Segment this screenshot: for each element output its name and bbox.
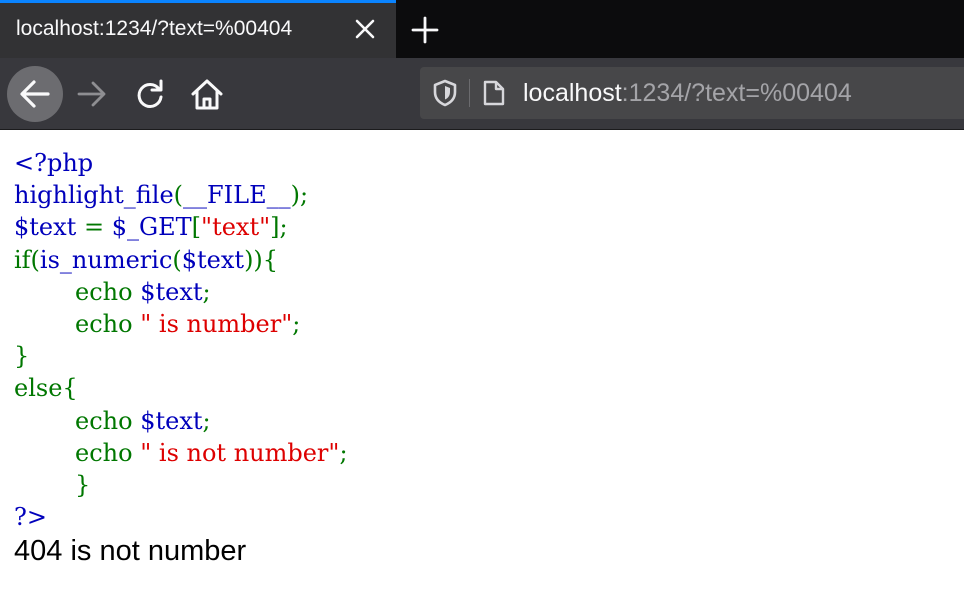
code-token: }	[14, 471, 91, 500]
code-token: __FILE__	[183, 181, 291, 210]
code-token: $text	[14, 213, 84, 242]
url-text: localhost:1234/?text=%00404	[523, 79, 852, 108]
back-button[interactable]	[7, 66, 63, 122]
code-token: echo	[14, 277, 141, 306]
tracking-protection-shield-icon[interactable]	[432, 79, 458, 107]
home-button[interactable]	[190, 77, 224, 111]
code-token: echo	[14, 406, 141, 435]
page-icon[interactable]	[482, 79, 506, 107]
code-token: is_numeric	[39, 245, 173, 274]
address-bar[interactable]: localhost:1234/?text=%00404	[420, 67, 964, 119]
tab-strip: localhost:1234/?text=%00404	[0, 0, 964, 58]
code-token: else{	[14, 374, 78, 403]
code-token: ;	[339, 438, 348, 467]
code-token: ?>	[14, 503, 47, 532]
close-icon[interactable]	[352, 16, 378, 42]
code-line: if(is_numeric($text)){	[14, 244, 348, 276]
code-token: highlight_file	[14, 181, 174, 210]
code-token: $_GET	[111, 213, 192, 242]
code-line: $text = $_GET["text"];	[14, 211, 348, 243]
code-token: ;	[202, 406, 211, 435]
plus-icon[interactable]	[410, 15, 440, 45]
reload-button[interactable]	[134, 78, 166, 110]
highlighted-source-code: <?php highlight_file(__FILE__); $text = $_…	[14, 147, 348, 533]
home-icon	[191, 79, 223, 110]
code-line: highlight_file(__FILE__);	[14, 179, 348, 211]
code-token: "text"	[201, 213, 271, 242]
code-token: " is not number"	[140, 438, 340, 467]
code-token: )){	[244, 245, 279, 274]
code-line: echo $text;	[14, 276, 348, 308]
code-token: =	[83, 213, 112, 242]
code-line: }	[14, 340, 348, 372]
code-token: $text	[181, 245, 245, 274]
code-line: else{	[14, 372, 348, 404]
code-token: ;	[202, 277, 211, 306]
url-path: :1234/?text=%00404	[621, 79, 852, 107]
script-output: 404 is not number	[14, 535, 247, 568]
url-host: localhost	[523, 79, 622, 107]
forward-button[interactable]	[76, 78, 108, 110]
code-token: }	[14, 342, 30, 371]
code-token: [	[191, 213, 202, 242]
code-token: if(	[14, 245, 40, 274]
code-token: echo	[14, 310, 141, 339]
code-line: }	[14, 469, 348, 501]
urlbar-separator	[469, 79, 470, 107]
code-line: ?>	[14, 501, 348, 533]
code-token: );	[290, 181, 309, 210]
code-token: " is number"	[140, 310, 293, 339]
page-content: <?php highlight_file(__FILE__); $text = $_…	[14, 147, 348, 568]
tab-title: localhost:1234/?text=%00404	[16, 17, 293, 40]
tab-accent-bar	[0, 0, 396, 3]
code-token: <?php	[14, 149, 94, 177]
code-token: $text	[140, 406, 203, 435]
code-token: $text	[140, 277, 203, 306]
code-line: <?php	[14, 147, 348, 179]
reload-icon	[137, 79, 163, 108]
active-tab[interactable]: localhost:1234/?text=%00404	[0, 0, 396, 58]
code-line: echo " is number";	[14, 308, 348, 340]
code-token: (	[173, 181, 184, 210]
code-line: echo $text;	[14, 405, 348, 437]
code-token: ;	[292, 310, 301, 339]
code-token: ];	[270, 213, 288, 242]
code-line: echo " is not number";	[14, 437, 348, 469]
arrow-right-icon	[77, 81, 106, 107]
arrow-left-icon	[20, 80, 50, 108]
code-token: echo	[14, 438, 141, 467]
code-token: (	[172, 245, 182, 274]
nav-toolbar: localhost:1234/?text=%00404	[0, 58, 964, 130]
